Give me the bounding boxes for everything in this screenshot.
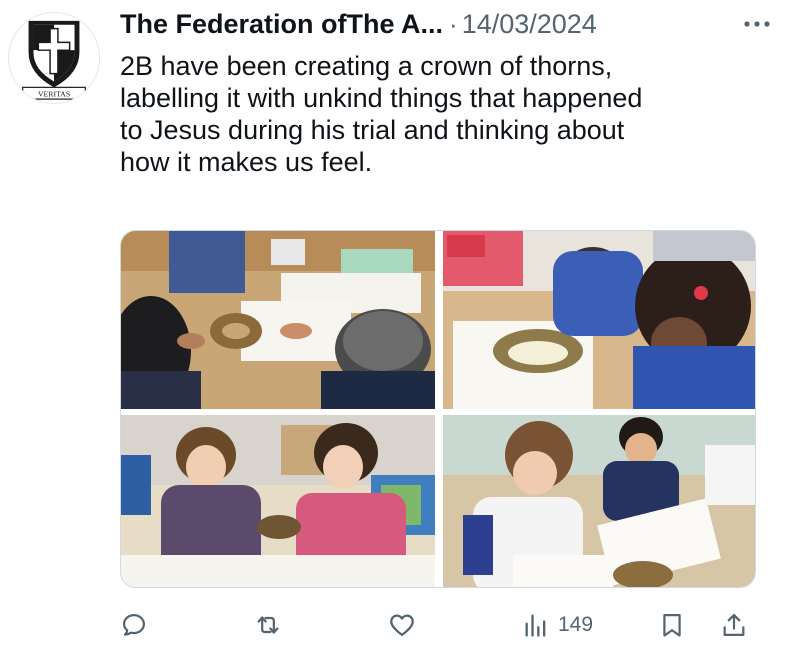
more-options-icon[interactable] <box>739 10 775 38</box>
share-button[interactable] <box>720 605 748 645</box>
action-bar: 149 <box>120 605 756 645</box>
photo-children-writing[interactable] <box>443 415 755 587</box>
views-button[interactable]: 149 <box>522 605 593 645</box>
views-icon <box>525 614 546 637</box>
author-name[interactable]: The Federation ofThe A... <box>120 9 443 40</box>
tweet-line: to Jesus during his trial and thinking a… <box>120 115 625 145</box>
avatar-motto: VERITAS <box>38 90 70 99</box>
media-grid <box>120 230 756 588</box>
tweet-line: labelling it with unkind things that hap… <box>120 83 643 113</box>
photo-two-girls-crown[interactable] <box>121 415 435 587</box>
heart-icon <box>390 614 414 637</box>
tweet-text: 2B have been creating a crown of thorns,… <box>120 50 770 178</box>
retweet-icon <box>257 616 279 634</box>
tweet-line: 2B have been creating a crown of thorns, <box>120 51 613 81</box>
bookmark-button[interactable] <box>658 605 686 645</box>
photo-children-crown-table[interactable] <box>121 231 435 409</box>
like-button[interactable] <box>388 605 416 645</box>
tweet-line: how it makes us feel. <box>120 147 373 177</box>
federation-logo-icon: VERITAS <box>9 13 99 103</box>
tweet-date[interactable]: 14/03/2024 <box>462 9 597 40</box>
photo-girl-crown-paper[interactable] <box>443 231 755 409</box>
retweet-button[interactable] <box>254 605 282 645</box>
reply-icon <box>122 613 146 636</box>
views-count: 149 <box>558 613 594 636</box>
reply-button[interactable] <box>120 605 148 645</box>
tweet-header: The Federation ofThe A... · 14/03/2024 <box>120 6 775 42</box>
bookmark-icon <box>663 613 681 637</box>
avatar[interactable]: VERITAS <box>8 12 100 104</box>
share-icon <box>723 613 745 637</box>
separator: · <box>449 8 458 39</box>
